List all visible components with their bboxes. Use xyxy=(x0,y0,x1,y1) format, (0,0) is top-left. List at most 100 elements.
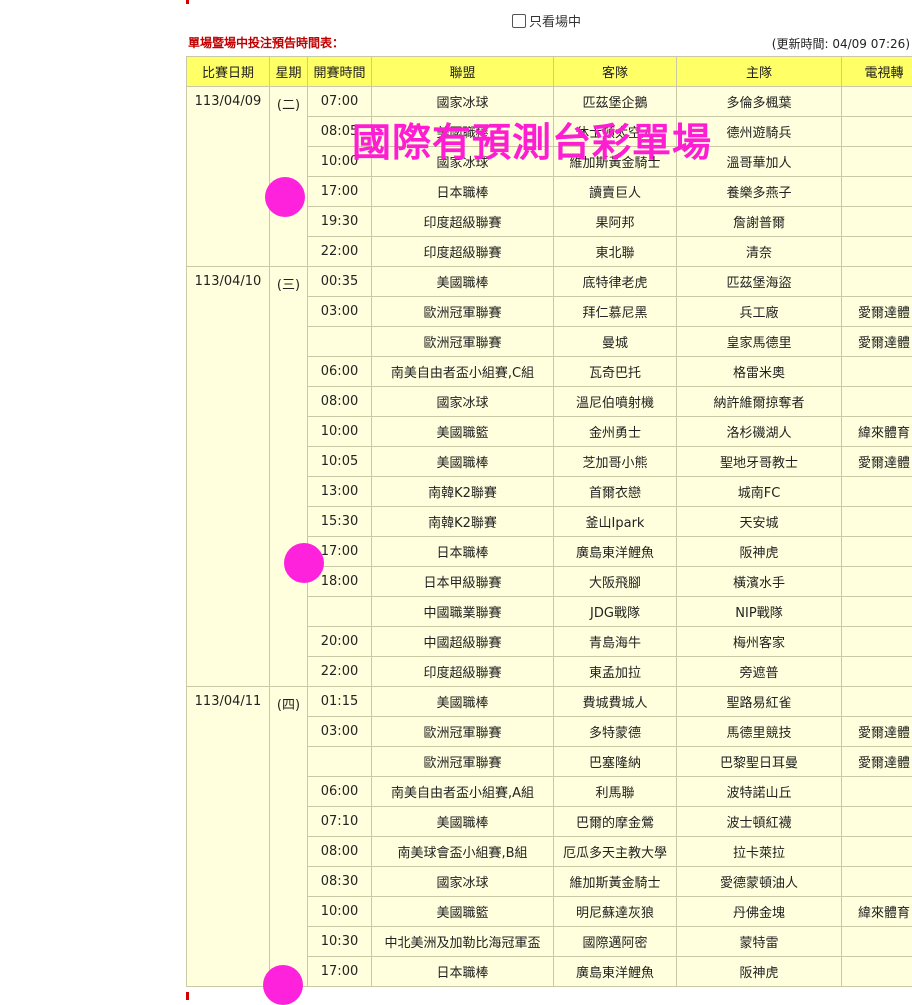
home-team-cell: 納許維爾掠奪者 xyxy=(677,387,842,417)
league-cell: 印度超級聯賽 xyxy=(372,237,554,267)
home-team-cell: 梅州客家 xyxy=(677,627,842,657)
tv-channel-cell: 愛爾達體 xyxy=(842,717,912,747)
home-team-cell: 格雷米奧 xyxy=(677,357,842,387)
home-team-cell: 養樂多燕子 xyxy=(677,177,842,207)
weekday-cell: (三) xyxy=(270,267,308,687)
away-team-cell: 果阿邦 xyxy=(554,207,677,237)
pink-dot-marker xyxy=(284,543,324,583)
kickoff-time-cell: 13:00 xyxy=(308,477,372,507)
away-team-cell: 釜山Ipark xyxy=(554,507,677,537)
tv-channel-cell xyxy=(842,357,912,387)
away-team-cell: 廣島東洋鯉魚 xyxy=(554,537,677,567)
live-only-checkbox[interactable] xyxy=(512,14,526,28)
league-cell: 中國職業聯賽 xyxy=(372,597,554,627)
league-cell: 日本甲級聯賽 xyxy=(372,567,554,597)
table-row: 113/04/09(二)07:00國家冰球匹茲堡企鵝多倫多楓葉 xyxy=(187,87,912,117)
col-header-home: 主隊 xyxy=(677,57,842,87)
tv-channel-cell: 愛爾達體 xyxy=(842,297,912,327)
tv-channel-cell xyxy=(842,837,912,867)
home-team-cell: 橫濱水手 xyxy=(677,567,842,597)
home-team-cell: 波士頓紅襪 xyxy=(677,807,842,837)
tv-channel-cell xyxy=(842,927,912,957)
tv-channel-cell xyxy=(842,87,912,117)
league-cell: 美國職棒 xyxy=(372,447,554,477)
league-cell: 中北美洲及加勒比海冠軍盃 xyxy=(372,927,554,957)
kickoff-time-cell: 01:15 xyxy=(308,687,372,717)
home-team-cell: 旁遮普 xyxy=(677,657,842,687)
home-team-cell: 愛德蒙頓油人 xyxy=(677,867,842,897)
league-cell: 美國職籃 xyxy=(372,417,554,447)
league-cell: 國家冰球 xyxy=(372,147,554,177)
league-cell: 日本職棒 xyxy=(372,177,554,207)
table-row: 113/04/10(三)00:35美國職棒底特律老虎匹茲堡海盜 xyxy=(187,267,912,297)
match-date-cell: 113/04/09 xyxy=(187,87,270,267)
kickoff-time-cell: 17:00 xyxy=(308,177,372,207)
kickoff-time-cell xyxy=(308,327,372,357)
away-team-cell: 廣島東洋鯉魚 xyxy=(554,957,677,987)
league-cell: 南美球會盃小組賽,B組 xyxy=(372,837,554,867)
home-team-cell: 聖地牙哥教士 xyxy=(677,447,842,477)
tv-channel-cell xyxy=(842,597,912,627)
tv-channel-cell xyxy=(842,777,912,807)
away-team-cell: 巴塞隆納 xyxy=(554,747,677,777)
away-team-cell: 國際邁阿密 xyxy=(554,927,677,957)
col-header-league: 聯盟 xyxy=(372,57,554,87)
league-cell: 歐洲冠軍聯賽 xyxy=(372,717,554,747)
home-team-cell: NIP戰隊 xyxy=(677,597,842,627)
tv-channel-cell xyxy=(842,117,912,147)
kickoff-time-cell: 07:00 xyxy=(308,87,372,117)
tv-channel-cell: 緯來體育 xyxy=(842,897,912,927)
home-team-cell: 詹謝普爾 xyxy=(677,207,842,237)
away-team-cell: 拜仁慕尼黑 xyxy=(554,297,677,327)
away-team-cell: 維加斯黃金騎士 xyxy=(554,867,677,897)
kickoff-time-cell: 00:35 xyxy=(308,267,372,297)
match-date-cell: 113/04/11 xyxy=(187,687,270,987)
kickoff-time-cell: 10:00 xyxy=(308,147,372,177)
col-header-weekday: 星期 xyxy=(270,57,308,87)
tv-channel-cell: 愛爾達體 xyxy=(842,747,912,777)
live-only-label: 只看場中 xyxy=(529,11,581,30)
home-team-cell: 洛杉磯湖人 xyxy=(677,417,842,447)
league-cell: 歐洲冠軍聯賽 xyxy=(372,747,554,777)
col-header-tv: 電視轉 xyxy=(842,57,912,87)
league-cell: 美國職棒 xyxy=(372,807,554,837)
away-team-cell: 瓦奇巴托 xyxy=(554,357,677,387)
tv-channel-cell xyxy=(842,507,912,537)
league-cell: 歐洲冠軍聯賽 xyxy=(372,297,554,327)
tv-channel-cell xyxy=(842,567,912,597)
home-team-cell: 城南FC xyxy=(677,477,842,507)
kickoff-time-cell: 20:00 xyxy=(308,627,372,657)
tv-channel-cell xyxy=(842,807,912,837)
league-cell: 南美自由者盃小組賽,C組 xyxy=(372,357,554,387)
league-cell: 南美自由者盃小組賽,A組 xyxy=(372,777,554,807)
kickoff-time-cell: 03:00 xyxy=(308,717,372,747)
kickoff-time-cell: 06:00 xyxy=(308,777,372,807)
home-team-cell: 兵工廠 xyxy=(677,297,842,327)
league-cell: 日本職棒 xyxy=(372,957,554,987)
tv-channel-cell xyxy=(842,237,912,267)
away-team-cell: 厄瓜多天主教大學 xyxy=(554,837,677,867)
kickoff-time-cell: 08:00 xyxy=(308,387,372,417)
tv-channel-cell xyxy=(842,177,912,207)
home-team-cell: 丹佛金塊 xyxy=(677,897,842,927)
kickoff-time-cell: 06:00 xyxy=(308,357,372,387)
pink-dot-marker xyxy=(265,177,305,217)
kickoff-time-cell: 19:30 xyxy=(308,207,372,237)
table-row: 113/04/11(四)01:15美國職棒費城費城人聖路易紅雀 xyxy=(187,687,912,717)
home-team-cell: 德州遊騎兵 xyxy=(677,117,842,147)
league-cell: 印度超級聯賽 xyxy=(372,657,554,687)
away-team-cell: 明尼蘇達灰狼 xyxy=(554,897,677,927)
away-team-cell: 讀賣巨人 xyxy=(554,177,677,207)
league-cell: 美國職籃 xyxy=(372,897,554,927)
kickoff-time-cell: 07:10 xyxy=(308,807,372,837)
schedule-title: 單場暨場中投注預告時間表： xyxy=(188,34,344,51)
league-cell: 國家冰球 xyxy=(372,387,554,417)
kickoff-time-cell: 10:00 xyxy=(308,897,372,927)
pink-dot-marker xyxy=(263,965,303,1005)
live-only-filter[interactable]: 只看場中 xyxy=(512,11,581,30)
table-header-row: 比賽日期 星期 開賽時間 聯盟 客隊 主隊 電視轉 xyxy=(187,57,912,87)
away-team-cell: 巴爾的摩金鶯 xyxy=(554,807,677,837)
tv-channel-cell xyxy=(842,387,912,417)
league-cell: 美國職棒 xyxy=(372,687,554,717)
home-team-cell: 馬德里競技 xyxy=(677,717,842,747)
